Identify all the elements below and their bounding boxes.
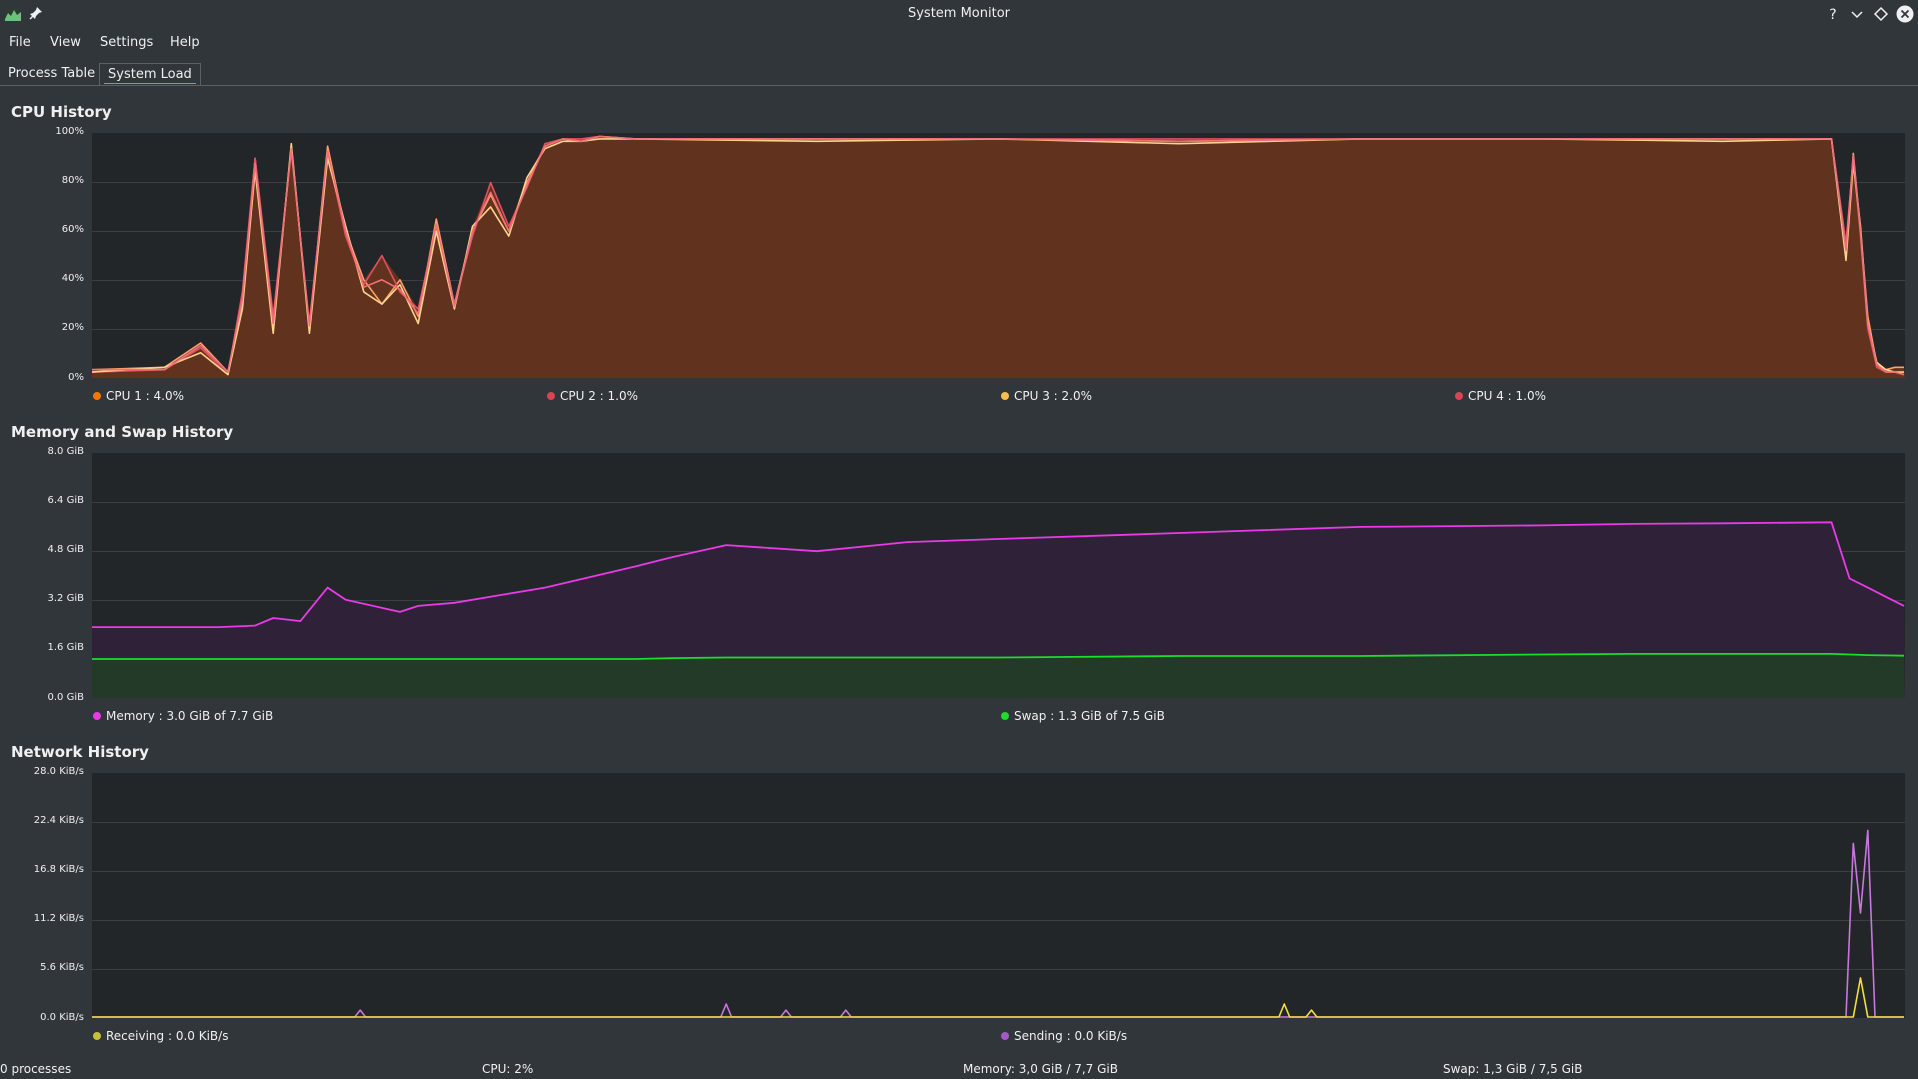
network-ytick: 16.8 KiB/s bbox=[33, 864, 84, 875]
tab-process-table[interactable]: Process Table bbox=[0, 63, 103, 85]
close-icon[interactable] bbox=[1896, 5, 1914, 23]
svg-text:?: ? bbox=[1829, 7, 1836, 23]
network-history-plot bbox=[92, 773, 1905, 1018]
cpu-ytick: 0% bbox=[68, 372, 84, 383]
legend-cpu4-label: CPU 4 : 1.0% bbox=[1468, 389, 1547, 403]
legend-cpu1: CPU 1 : 4.0% bbox=[93, 389, 184, 403]
network-ytick: 28.0 KiB/s bbox=[33, 766, 84, 777]
swap-area-fill bbox=[92, 653, 1905, 698]
legend-swap-label: Swap : 1.3 GiB of 7.5 GiB bbox=[1014, 709, 1165, 723]
swap-color-dot bbox=[1001, 711, 1009, 720]
cpu-history-chart bbox=[92, 135, 1905, 378]
memory-history-plot bbox=[92, 453, 1905, 698]
cpu-ytick: 20% bbox=[61, 322, 84, 333]
legend-sending: Sending : 0.0 KiB/s bbox=[1001, 1029, 1127, 1043]
memory-ytick: 6.4 GiB bbox=[47, 495, 84, 506]
tab-system-load[interactable]: System Load bbox=[99, 63, 201, 85]
cpu1-color-dot bbox=[93, 391, 101, 400]
receiving-color-dot bbox=[93, 1031, 101, 1040]
status-memory: Memory: 3,0 GiB / 7,7 GiB bbox=[963, 1062, 1118, 1076]
cpu-ytick: 40% bbox=[61, 273, 84, 284]
status-processes: 0 processes bbox=[0, 1062, 72, 1076]
cpu-ytick: 100% bbox=[55, 126, 84, 137]
legend-memory: Memory : 3.0 GiB of 7.7 GiB bbox=[93, 709, 273, 723]
status-bar: 0 processes CPU: 2% Memory: 3,0 GiB / 7,… bbox=[0, 1060, 1918, 1079]
memory-history-title: Memory and Swap History bbox=[11, 423, 234, 441]
network-ytick: 0.0 KiB/s bbox=[40, 1012, 84, 1023]
cpu2-color-dot bbox=[547, 391, 555, 400]
status-cpu: CPU: 2% bbox=[482, 1062, 534, 1076]
cpu-area-fill bbox=[92, 136, 1905, 378]
sending-series-line bbox=[92, 829, 1904, 1018]
legend-cpu2-label: CPU 2 : 1.0% bbox=[560, 389, 639, 403]
cpu-ytick: 60% bbox=[61, 224, 84, 235]
network-history-title: Network History bbox=[11, 743, 149, 761]
legend-swap: Swap : 1.3 GiB of 7.5 GiB bbox=[1001, 709, 1165, 723]
memory-color-dot bbox=[93, 711, 101, 720]
memory-ytick: 0.0 GiB bbox=[47, 692, 84, 703]
memory-ytick: 1.6 GiB bbox=[47, 642, 84, 653]
cpu-ytick: 80% bbox=[61, 175, 84, 186]
cpu4-color-dot bbox=[1455, 391, 1463, 400]
network-ytick: 5.6 KiB/s bbox=[40, 962, 84, 973]
cpu-history-plot bbox=[92, 133, 1905, 378]
memory-history-chart bbox=[92, 502, 1905, 698]
memory-ytick: 8.0 GiB bbox=[47, 446, 84, 457]
legend-sending-label: Sending : 0.0 KiB/s bbox=[1014, 1029, 1128, 1043]
receiving-series-line bbox=[92, 977, 1904, 1018]
network-ytick: 11.2 KiB/s bbox=[33, 913, 84, 924]
legend-cpu3-label: CPU 3 : 2.0% bbox=[1014, 389, 1093, 403]
tab-divider bbox=[0, 85, 1918, 86]
menu-file[interactable]: File bbox=[9, 35, 31, 50]
menu-view[interactable]: View bbox=[50, 35, 81, 50]
cpu-history-title: CPU History bbox=[11, 103, 112, 121]
memory-ytick: 4.8 GiB bbox=[47, 544, 84, 555]
legend-receiving: Receiving : 0.0 KiB/s bbox=[93, 1029, 228, 1043]
legend-cpu3: CPU 3 : 2.0% bbox=[1001, 389, 1092, 403]
maximize-icon[interactable] bbox=[1872, 5, 1890, 23]
sending-color-dot bbox=[1001, 1031, 1009, 1040]
legend-receiving-label: Receiving : 0.0 KiB/s bbox=[106, 1029, 229, 1043]
legend-memory-label: Memory : 3.0 GiB of 7.7 GiB bbox=[106, 709, 274, 723]
network-history-chart bbox=[92, 822, 1905, 1018]
status-swap: Swap: 1,3 GiB / 7,5 GiB bbox=[1443, 1062, 1583, 1076]
menu-settings[interactable]: Settings bbox=[100, 35, 153, 50]
help-icon[interactable]: ? bbox=[1824, 5, 1842, 23]
network-ytick: 22.4 KiB/s bbox=[33, 815, 84, 826]
legend-cpu2: CPU 2 : 1.0% bbox=[547, 389, 638, 403]
title-bar: System Monitor ? bbox=[0, 0, 1918, 28]
memory-ytick: 3.2 GiB bbox=[47, 593, 84, 604]
legend-cpu4: CPU 4 : 1.0% bbox=[1455, 389, 1546, 403]
minimize-icon[interactable] bbox=[1848, 5, 1866, 23]
tab-bar: Process Table System Load bbox=[0, 60, 1918, 86]
window-title: System Monitor bbox=[907, 6, 1011, 21]
legend-cpu1-label: CPU 1 : 4.0% bbox=[106, 389, 185, 403]
menu-help[interactable]: Help bbox=[170, 35, 200, 50]
cpu3-color-dot bbox=[1001, 391, 1009, 400]
